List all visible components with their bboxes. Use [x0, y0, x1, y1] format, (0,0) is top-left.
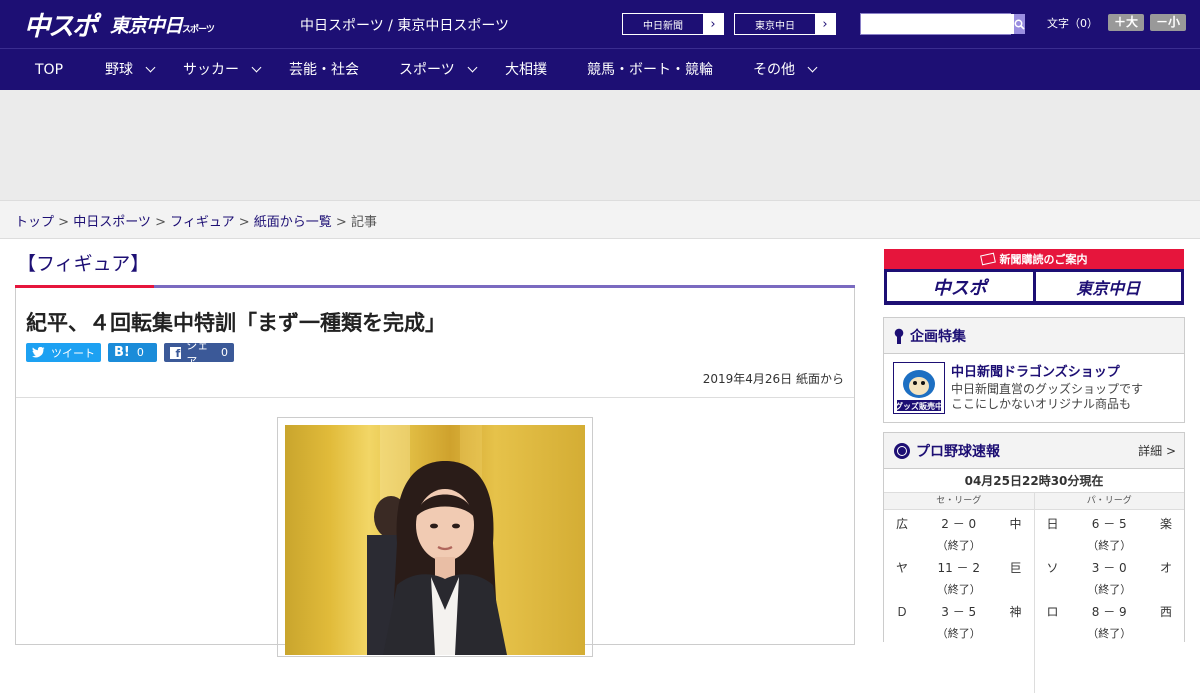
- photo-figure-skater: [367, 425, 507, 655]
- nav-top[interactable]: TOP: [35, 49, 63, 91]
- twitter-bird-icon: [32, 347, 45, 358]
- article-date: 2019年4月26日 紙面から: [702, 372, 844, 386]
- article-top-bar: [15, 285, 855, 288]
- baseball-title: プロ野球速報: [916, 443, 1000, 460]
- site-search: [860, 13, 1025, 35]
- breadcrumb: トップ > 中日スポーツ > フィギュア > 紙面から一覧 > 記事: [0, 200, 1200, 239]
- subscribe-tokyo-chunichi[interactable]: 東京中日: [1035, 272, 1181, 301]
- article-headline: 紀平、４回転集中特訓「まず一種類を完成」: [26, 311, 446, 335]
- nav-other[interactable]: その他: [753, 49, 818, 91]
- article-photo[interactable]: [285, 425, 585, 655]
- chunichi-shimbun-link[interactable]: 中日新聞 ›: [622, 13, 724, 35]
- share-label: シェア: [186, 338, 209, 368]
- breadcrumb-current: 記事: [350, 215, 377, 230]
- main-nav: TOP 野球 サッカー 芸能・社会 スポーツ 大相撲 競馬・ボート・競輪 その他: [0, 48, 1200, 90]
- feature-item-title[interactable]: 中日新聞ドラゴンズショップ: [951, 361, 1120, 380]
- game-row[interactable]: ソ3 － 0 オ（終了）: [1035, 554, 1185, 598]
- feature-item[interactable]: グッズ販売中 中日新聞ドラゴンズショップ 中日新聞直営のグッズショップです ここ…: [884, 354, 1184, 422]
- dragons-shop-thumbnail: グッズ販売中: [893, 362, 945, 414]
- chevron-right-icon: ›: [710, 16, 716, 32]
- ad-banner-area: [0, 90, 1200, 200]
- game-row[interactable]: ロ8 － 9 西（終了）: [1035, 598, 1185, 642]
- search-icon: [1014, 19, 1025, 30]
- search-input[interactable]: [861, 14, 1014, 34]
- subscribe-title: 新聞購読のご案内: [999, 253, 1088, 266]
- chevron-down-icon: [145, 62, 156, 73]
- subscription-banner[interactable]: 新聞購読のご案内 中スポ 東京中日: [884, 249, 1184, 305]
- article: 紀平、４回転集中特訓「まず一種類を完成」 ツイート B! 0 f シェア 0 2…: [15, 285, 855, 657]
- baseball-scoreboard: プロ野球速報 詳細 > 04月25日22時30分現在 セ・リーグ 広2 － 0中…: [883, 432, 1185, 693]
- tweet-label: ツイート: [51, 346, 95, 360]
- thumb-label: グッズ販売中: [895, 402, 943, 411]
- chevron-down-icon: [467, 62, 478, 73]
- pacific-league-label: パ・リーグ: [1034, 493, 1184, 510]
- newspaper-icon: [979, 252, 996, 266]
- nav-entertainment[interactable]: 芸能・社会: [289, 49, 359, 91]
- hatena-count: 0: [136, 346, 144, 359]
- award-ribbon-icon: [894, 327, 904, 344]
- breadcrumb-chunichi-sports[interactable]: 中日スポーツ: [73, 215, 151, 230]
- nav-sports[interactable]: スポーツ: [399, 49, 478, 91]
- site-title: 中日スポーツ / 東京中日スポーツ: [300, 18, 510, 34]
- breadcrumb-from-paper[interactable]: 紙面から一覧: [254, 215, 332, 230]
- nav-sumo[interactable]: 大相撲: [505, 49, 547, 91]
- chevron-down-icon: [251, 62, 262, 73]
- tokyo-chunichi-link[interactable]: 東京中日 ›: [734, 13, 836, 35]
- central-league-label: セ・リーグ: [884, 493, 1034, 510]
- feature-title: 企画特集: [910, 328, 966, 345]
- category-title: 【フィギュア】: [17, 253, 150, 275]
- site-logo[interactable]: 中スポ 東京中日スポーツ: [24, 6, 215, 42]
- facebook-f-icon: f: [170, 346, 182, 360]
- chevron-down-icon: [807, 62, 818, 73]
- top-bar: 中スポ 東京中日スポーツ 中日スポーツ / 東京中日スポーツ 中日新聞 › 東京…: [0, 0, 1200, 48]
- breadcrumb-top[interactable]: トップ: [15, 215, 54, 230]
- share-count: 0: [221, 346, 228, 359]
- nav-soccer[interactable]: サッカー: [183, 49, 262, 91]
- chevron-right-icon: ›: [822, 16, 828, 32]
- tweet-button[interactable]: ツイート: [26, 343, 101, 362]
- font-smaller-button[interactable]: －小: [1150, 14, 1187, 31]
- font-size-label: 文字（0）: [1047, 16, 1098, 30]
- game-row[interactable]: 広2 － 0 中（終了）: [884, 510, 1034, 554]
- baseball-details-link[interactable]: 詳細 >: [1138, 442, 1176, 459]
- subscribe-chuspo[interactable]: 中スポ: [887, 272, 1033, 301]
- font-bigger-button[interactable]: ＋大: [1108, 14, 1145, 31]
- logo-chuspo: 中スポ: [24, 10, 98, 41]
- feature-box: 企画特集 グッズ販売中 中日新聞ドラゴンズショップ 中日新聞直営のグッズショップ…: [883, 317, 1185, 423]
- hatena-bookmark-button[interactable]: B! 0: [108, 343, 157, 362]
- breadcrumb-figure[interactable]: フィギュア: [170, 215, 234, 230]
- facebook-share-button[interactable]: f シェア 0: [164, 339, 234, 368]
- divider: [16, 397, 854, 398]
- search-button[interactable]: [1014, 14, 1025, 34]
- baseball-icon: [894, 442, 910, 459]
- game-row[interactable]: Ｄ3 － 5 神（終了）: [884, 598, 1034, 642]
- baseball-timestamp: 04月25日22時30分現在: [884, 469, 1184, 493]
- logo-tokyo-chunichi: 東京中日スポーツ: [110, 15, 215, 37]
- game-row[interactable]: 日6 － 5 楽（終了）: [1035, 510, 1185, 554]
- pacific-league: パ・リーグ 日6 － 5 楽（終了） ソ3 － 0 オ（終了） ロ8 － 9 西（終了…: [1034, 493, 1185, 693]
- central-league: セ・リーグ 広2 － 0 中（終了） ヤ 11 － 2 巨（終了） Ｄ3 － 5 神（終…: [884, 493, 1035, 693]
- nav-baseball[interactable]: 野球: [105, 49, 156, 91]
- nav-keiba[interactable]: 競馬・ボート・競輪: [587, 49, 713, 91]
- article-photo-frame: [277, 417, 593, 657]
- hatena-b-icon: B!: [114, 345, 130, 360]
- game-row[interactable]: ヤ 11 － 2 巨（終了）: [884, 554, 1034, 598]
- font-size-control: 文字（0） ＋大 －小: [1047, 14, 1187, 31]
- feature-item-desc: 中日新聞直営のグッズショップです ここにしかないオリジナル商品も: [951, 382, 1144, 411]
